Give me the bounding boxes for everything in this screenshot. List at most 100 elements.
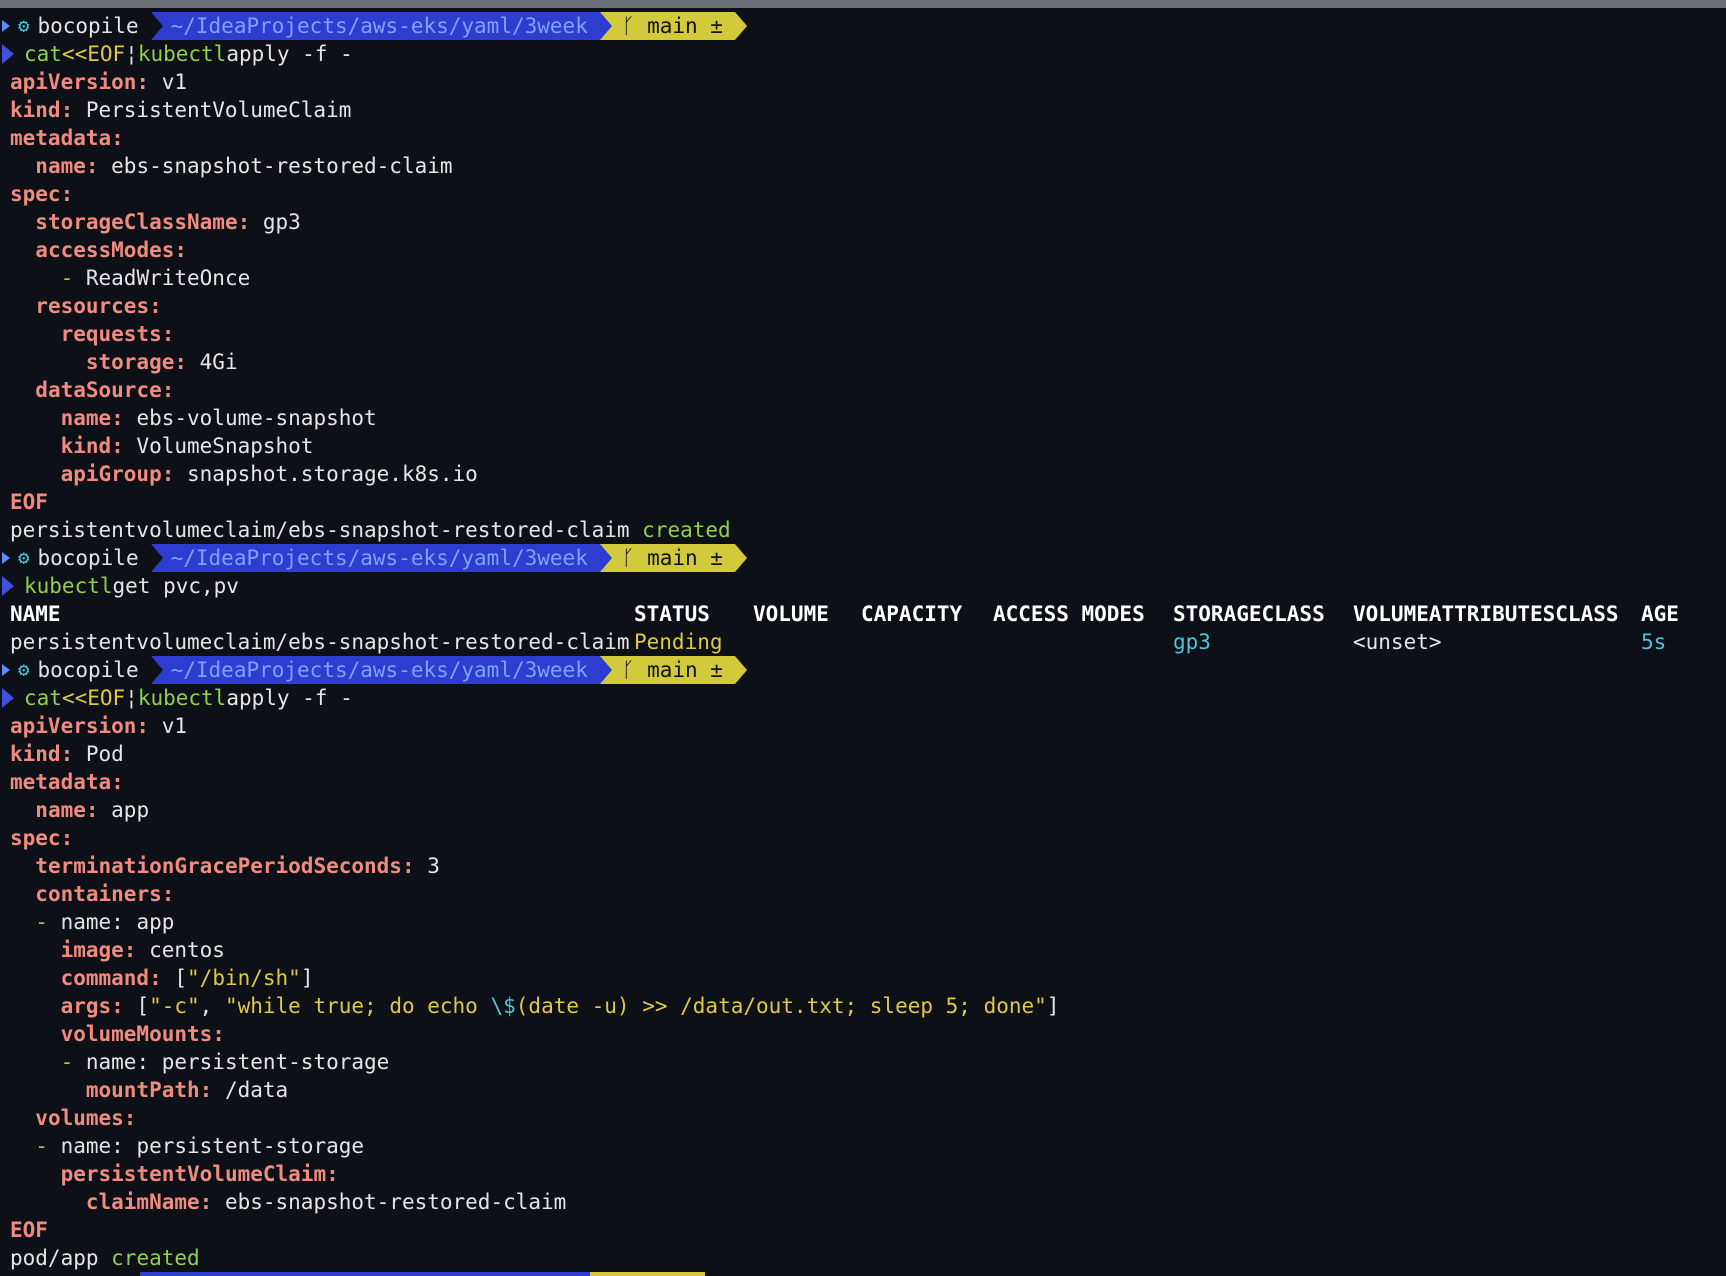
prompt-arrow-icon	[2, 552, 10, 564]
gear-icon: ⚙	[18, 15, 30, 37]
yaml-line: - name: app	[35, 910, 175, 934]
yaml-line: volumeMounts:	[60, 1022, 225, 1046]
prompt-git-branch: ᚴ main ±	[599, 12, 735, 40]
prompt-path: ~/IdeaProjects/aws-eks/yaml/3week	[150, 656, 600, 684]
cmd-token: apply -f -	[226, 42, 353, 66]
git-branch-icon: ᚴ	[621, 14, 648, 38]
cell-status: Pending	[634, 630, 723, 654]
yaml-line: persistentVolumeClaim:	[60, 1162, 339, 1186]
yaml-line: EOF	[10, 1218, 48, 1242]
yaml-line: spec:	[10, 182, 74, 206]
yaml-line: command: ["/bin/sh"]	[60, 966, 314, 990]
yaml-line: apiVersion: v1	[10, 70, 188, 94]
command-arrow-icon	[2, 576, 14, 596]
status-created: created	[111, 1246, 200, 1270]
cmd-token: <<EOF	[61, 686, 126, 710]
cell-name: persistentvolumeclaim/ebs-snapshot-resto…	[10, 630, 630, 654]
yaml-line: kind: VolumeSnapshot	[60, 434, 314, 458]
window-top-bar	[0, 0, 1726, 8]
yaml-line: kind: Pod	[10, 742, 124, 766]
table-row: persistentvolumeclaim/ebs-snapshot-resto…	[10, 628, 1716, 656]
prompt-segment-end	[734, 12, 747, 40]
column-header: AGE	[1641, 602, 1679, 626]
cmd-token: kubectl	[137, 686, 227, 710]
cmd-token: ¦	[125, 686, 138, 710]
yaml-line: storageClassName: gp3	[35, 210, 301, 234]
yaml-line: dataSource:	[35, 378, 175, 402]
yaml-line: args: ["-c", "while true; do echo \$(dat…	[60, 994, 1060, 1018]
cmd-token: kubectl	[137, 42, 227, 66]
cmd-token: kubectl	[24, 574, 113, 598]
table-header: NAME STATUS VOLUME CAPACITY ACCESS MODES…	[10, 600, 1716, 628]
command-line: kubectl get pvc,pv	[0, 572, 1716, 600]
yaml-line: - name: persistent-storage	[35, 1134, 365, 1158]
gear-icon: ⚙	[18, 547, 30, 569]
prompt-path: ~/IdeaProjects/aws-eks/yaml/3week	[150, 12, 600, 40]
prompt-segment-end	[734, 656, 747, 684]
git-branch-label: main ±	[647, 658, 723, 682]
column-header: VOLUMEATTRIBUTESCLASS	[1353, 602, 1619, 626]
shell-prompt: ⚙ bocopile ~/IdeaProjects/aws-eks/yaml/3…	[0, 656, 1716, 684]
yaml-line: requests:	[60, 322, 175, 346]
next-prompt-git-edge	[590, 1272, 705, 1276]
yaml-line: containers:	[35, 882, 175, 906]
yaml-line: metadata:	[10, 770, 124, 794]
command-line: cat <<EOF ¦ kubectl apply -f -	[0, 40, 1716, 68]
prompt-user: bocopile	[37, 546, 139, 570]
cmd-token: cat	[24, 42, 62, 66]
shell-prompt: ⚙ bocopile ~/IdeaProjects/aws-eks/yaml/3…	[0, 544, 1716, 572]
cell-storageclass: gp3	[1173, 630, 1211, 654]
yaml-line: kind: PersistentVolumeClaim	[10, 98, 352, 122]
yaml-line: resources:	[35, 294, 162, 318]
column-header: CAPACITY	[861, 602, 963, 626]
yaml-line: spec:	[10, 826, 74, 850]
yaml-line: terminationGracePeriodSeconds: 3	[35, 854, 440, 878]
prompt-path: ~/IdeaProjects/aws-eks/yaml/3week	[150, 544, 600, 572]
prompt-arrow-icon	[2, 20, 10, 32]
column-header: STATUS	[634, 602, 710, 626]
terminal[interactable]: ⚙ bocopile ~/IdeaProjects/aws-eks/yaml/3…	[0, 8, 1726, 1272]
column-header: STORAGECLASS	[1173, 602, 1325, 626]
prompt-segment-end	[734, 544, 747, 572]
cmd-token: <<EOF	[61, 42, 126, 66]
yaml-line: EOF	[10, 490, 48, 514]
column-header: ACCESS MODES	[993, 602, 1145, 626]
prompt-arrow-icon	[2, 664, 10, 676]
git-branch-icon: ᚴ	[621, 658, 648, 682]
cmd-token: ¦	[125, 42, 138, 66]
status-created: created	[642, 518, 731, 542]
git-branch-label: main ±	[647, 14, 723, 38]
yaml-line: metadata:	[10, 126, 124, 150]
cell-volumeattributesclass: <unset>	[1353, 630, 1442, 654]
git-branch-icon: ᚴ	[621, 546, 648, 570]
yaml-line: mountPath: /data	[85, 1078, 289, 1102]
yaml-line: image: centos	[60, 938, 225, 962]
yaml-line: - name: persistent-storage	[60, 1050, 390, 1074]
command-line: cat <<EOF ¦ kubectl apply -f -	[0, 684, 1716, 712]
yaml-line: name: ebs-snapshot-restored-claim	[35, 154, 453, 178]
yaml-line: name: ebs-volume-snapshot	[60, 406, 377, 430]
yaml-line: volumes:	[35, 1106, 137, 1130]
command-arrow-icon	[2, 44, 14, 64]
yaml-line: name: app	[35, 798, 150, 822]
cmd-token: get pvc,pv	[112, 574, 239, 598]
yaml-block-pvc: apiVersion: v1 kind: PersistentVolumeCla…	[10, 68, 1716, 516]
yaml-line: apiVersion: v1	[10, 714, 188, 738]
cell-age: 5s	[1641, 630, 1667, 654]
yaml-line: claimName: ebs-snapshot-restored-claim	[85, 1190, 567, 1214]
yaml-line: storage: 4Gi	[85, 350, 238, 374]
prompt-git-branch: ᚴ main ±	[599, 544, 735, 572]
command-output: persistentvolumeclaim/ebs-snapshot-resto…	[10, 518, 731, 542]
shell-prompt: ⚙ bocopile ~/IdeaProjects/aws-eks/yaml/3…	[0, 12, 1716, 40]
yaml-line: accessModes:	[35, 238, 188, 262]
column-header: VOLUME	[753, 602, 829, 626]
column-header: NAME	[10, 602, 61, 626]
git-branch-label: main ±	[647, 546, 723, 570]
yaml-block-pod: apiVersion: v1 kind: Pod metadata: name:…	[10, 712, 1716, 1244]
prompt-git-branch: ᚴ main ±	[599, 656, 735, 684]
yaml-line: apiGroup: snapshot.storage.k8s.io	[60, 462, 478, 486]
cmd-token: apply -f -	[226, 686, 353, 710]
yaml-line: - ReadWriteOnce	[60, 266, 251, 290]
command-output: pod/app created	[10, 1246, 200, 1270]
prompt-user: bocopile	[37, 14, 139, 38]
